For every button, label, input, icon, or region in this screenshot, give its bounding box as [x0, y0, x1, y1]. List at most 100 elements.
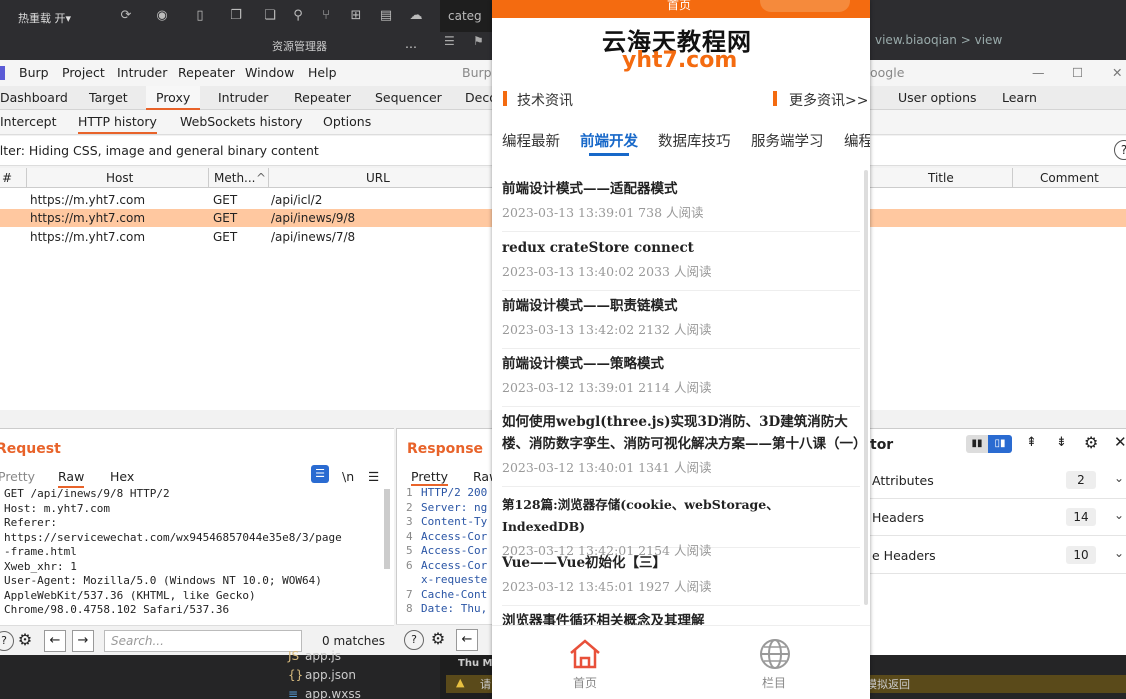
tab-sequencer[interactable]: Sequencer: [375, 90, 442, 105]
branch-icon[interactable]: ⑂: [318, 8, 334, 24]
bookmark-icon[interactable]: ⚑: [473, 34, 484, 48]
response-body[interactable]: HTTP/2 200 Server: ng Content-Ty Access-Cor…: [421, 486, 492, 617]
settings-icon[interactable]: ⚙: [1084, 433, 1098, 452]
file-item[interactable]: app.wxss: [305, 687, 361, 699]
help-icon[interactable]: ?: [1114, 140, 1126, 160]
file-item[interactable]: app.js: [305, 649, 341, 663]
inspector-response-headers[interactable]: e Headers 10 ⌄: [870, 538, 1126, 574]
news-item[interactable]: 前端设计模式——职责链模式 2023-03-13 13:42:02 2132 人阅…: [502, 295, 860, 349]
col-url[interactable]: URL: [366, 171, 390, 185]
phone-icon[interactable]: ▯: [192, 8, 208, 24]
col-title[interactable]: Title: [928, 171, 954, 185]
search-input[interactable]: Search...: [104, 630, 302, 652]
breadcrumb-item[interactable]: view.biaoqian: [875, 33, 957, 47]
hot-reload-toggle[interactable]: 热重载 开▾: [18, 10, 71, 26]
tab-learn[interactable]: Learn: [1002, 90, 1037, 105]
filter-text[interactable]: Filter: Hiding CSS, image and general bi…: [0, 143, 319, 158]
tab-dashboard[interactable]: Dashboard: [0, 90, 68, 105]
menu-project[interactable]: Project: [62, 65, 105, 80]
tab-hex[interactable]: Hex: [110, 469, 134, 484]
more-icon[interactable]: ...: [405, 36, 417, 51]
table-row[interactable]: https://m.yht7.com GET /api/inews/7/8: [0, 228, 492, 246]
inspector-request-attributes[interactable]: Attributes 2 ⌄: [870, 463, 1126, 499]
cloud-icon[interactable]: ☁: [408, 8, 424, 24]
tab-pretty[interactable]: Pretty: [411, 469, 449, 486]
tab-intercept[interactable]: Intercept: [0, 114, 56, 129]
menu-intruder[interactable]: Intruder: [117, 65, 167, 80]
chevron-down-icon[interactable]: ⌄: [1114, 471, 1124, 485]
tab-http-history[interactable]: HTTP history: [78, 114, 157, 134]
settings-icon[interactable]: ⚙: [15, 631, 35, 651]
message-format-icon[interactable]: ☰: [311, 465, 329, 483]
layout-right-icon[interactable]: ▯▮: [988, 435, 1012, 453]
tab-options[interactable]: Options: [323, 114, 371, 129]
news-item[interactable]: redux crateStore connect 2023-03-13 13:40…: [502, 237, 860, 291]
news-item[interactable]: 浏览器事件循环相关概念及其理解: [502, 610, 860, 625]
stop-icon[interactable]: ◉: [154, 8, 170, 24]
cat-tab[interactable]: 服务端学习: [751, 130, 824, 151]
save-icon[interactable]: ▤: [378, 8, 394, 24]
site-logo-en[interactable]: yht7.com: [622, 48, 737, 73]
cat-tab[interactable]: 编程最新: [502, 130, 560, 151]
cat-tab-active[interactable]: 前端开发: [580, 130, 638, 151]
collapse-icon[interactable]: ⇟: [1056, 435, 1067, 450]
tab-pretty[interactable]: Pretty: [0, 469, 35, 484]
list-scrollbar[interactable]: [864, 170, 868, 605]
expand-icon[interactable]: ⇞: [1026, 435, 1037, 450]
col-method[interactable]: Meth...: [214, 171, 256, 185]
tab-websockets-history[interactable]: WebSockets history: [180, 114, 303, 129]
list-icon[interactable]: ☰: [444, 34, 455, 48]
cat-tab[interactable]: 编程: [844, 130, 870, 151]
news-item[interactable]: 前端设计模式——适配器模式 2023-03-13 13:39:01 738 人阅读: [502, 178, 860, 232]
news-item[interactable]: 前端设计模式——策略模式 2023-03-12 13:39:01 2114 人阅读: [502, 353, 860, 407]
more-news-link[interactable]: 更多资讯>>: [789, 90, 868, 110]
chevron-down-icon[interactable]: ⌄: [1114, 546, 1124, 560]
inspector-request-headers[interactable]: Headers 14 ⌄: [870, 500, 1126, 536]
tab-target[interactable]: Target: [89, 90, 128, 105]
menu-icon[interactable]: ☰: [368, 469, 379, 484]
newline-toggle[interactable]: \n: [342, 469, 354, 484]
files-icon[interactable]: ❏: [262, 8, 278, 24]
news-item[interactable]: Vue——Vue初始化【三】 2023-03-12 13:45:01 1927 人…: [502, 552, 860, 606]
file-item[interactable]: app.json: [305, 668, 356, 682]
globe-icon[interactable]: [758, 638, 792, 670]
table-row[interactable]: https://m.yht7.com GET /api/icl/2: [0, 191, 492, 209]
capsule-menu[interactable]: [760, 0, 850, 12]
col-number[interactable]: #: [2, 171, 12, 185]
next-icon[interactable]: →: [72, 630, 94, 652]
request-scrollbar[interactable]: [384, 489, 390, 569]
previous-icon[interactable]: ←: [44, 630, 66, 652]
help-icon[interactable]: ?: [0, 631, 14, 651]
news-item[interactable]: 第128篇:浏览器存储(cookie、webStorage、 IndexedDB…: [502, 494, 860, 558]
chevron-down-icon[interactable]: ⌄: [1114, 508, 1124, 522]
menu-window[interactable]: Window: [245, 65, 294, 80]
cat-tab[interactable]: 数据库技巧: [658, 130, 731, 151]
breadcrumb-item[interactable]: view: [975, 33, 1003, 47]
tab-raw[interactable]: Raw: [473, 469, 492, 484]
tab-raw[interactable]: Raw: [58, 469, 85, 488]
tab-home-label[interactable]: 首页: [573, 674, 597, 691]
help-icon[interactable]: ?: [404, 630, 424, 650]
extensions-icon[interactable]: ⊞: [348, 8, 364, 24]
window-icon[interactable]: ❐: [228, 8, 244, 24]
tab-intruder[interactable]: Intruder: [218, 90, 268, 105]
menu-help[interactable]: Help: [308, 65, 337, 80]
table-row-selected[interactable]: https://m.yht7.com GET /api/inews/9/8: [0, 209, 492, 227]
menu-burp[interactable]: Burp: [19, 65, 49, 80]
col-host[interactable]: Host: [106, 171, 133, 185]
previous-icon[interactable]: ←: [456, 629, 478, 651]
editor-tab[interactable]: categ: [440, 0, 500, 32]
close-icon[interactable]: ✕: [1114, 433, 1126, 451]
tab-user-options[interactable]: User options: [898, 90, 977, 105]
refresh-icon[interactable]: ⟳: [118, 8, 134, 24]
maximize-icon[interactable]: ☐: [1072, 65, 1083, 80]
search-icon[interactable]: ⚲: [290, 8, 306, 24]
tab-repeater[interactable]: Repeater: [294, 90, 351, 105]
home-icon[interactable]: [568, 638, 602, 670]
news-item[interactable]: 如何使用webgl(three.js)实现3D消防、3D建筑消防大楼、消防数字孪…: [502, 411, 867, 487]
tab-proxy[interactable]: Proxy: [146, 86, 201, 110]
layout-left-icon[interactable]: ▮▮: [966, 435, 988, 453]
menu-repeater[interactable]: Repeater: [178, 65, 235, 80]
tab-column-label[interactable]: 栏目: [762, 674, 786, 691]
request-body[interactable]: GET /api/inews/9/8 HTTP/2 Host: m.yht7.co…: [4, 487, 386, 618]
